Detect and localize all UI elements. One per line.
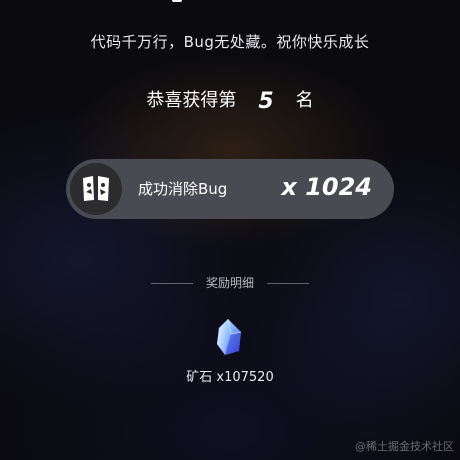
achievement-count: x 1024 <box>281 173 372 201</box>
achievement-card: 成功消除Bug x 1024 <box>66 159 394 219</box>
rank-number: 5 <box>258 89 274 114</box>
divider-right <box>267 283 309 284</box>
mineral-crystal-icon <box>214 318 246 360</box>
title-fragment <box>172 0 182 2</box>
rank-line: 恭喜获得第 5 名 <box>0 86 460 114</box>
rank-prefix: 恭喜获得第 <box>146 90 237 111</box>
reward-section-header: 奖励明细 <box>0 274 460 292</box>
rank-suffix: 名 <box>295 90 314 111</box>
bug-badge-icon <box>70 163 122 215</box>
watermark: @稀土掘金技术社区 <box>355 440 454 453</box>
reward-section-title: 奖励明细 <box>205 276 254 290</box>
slogan-text: 代码千万行，Bug无处藏。祝你快乐成长 <box>90 33 370 51</box>
mineral-reward-text: 矿石 x107520 <box>186 370 274 385</box>
achievement-label: 成功消除Bug <box>138 180 228 198</box>
